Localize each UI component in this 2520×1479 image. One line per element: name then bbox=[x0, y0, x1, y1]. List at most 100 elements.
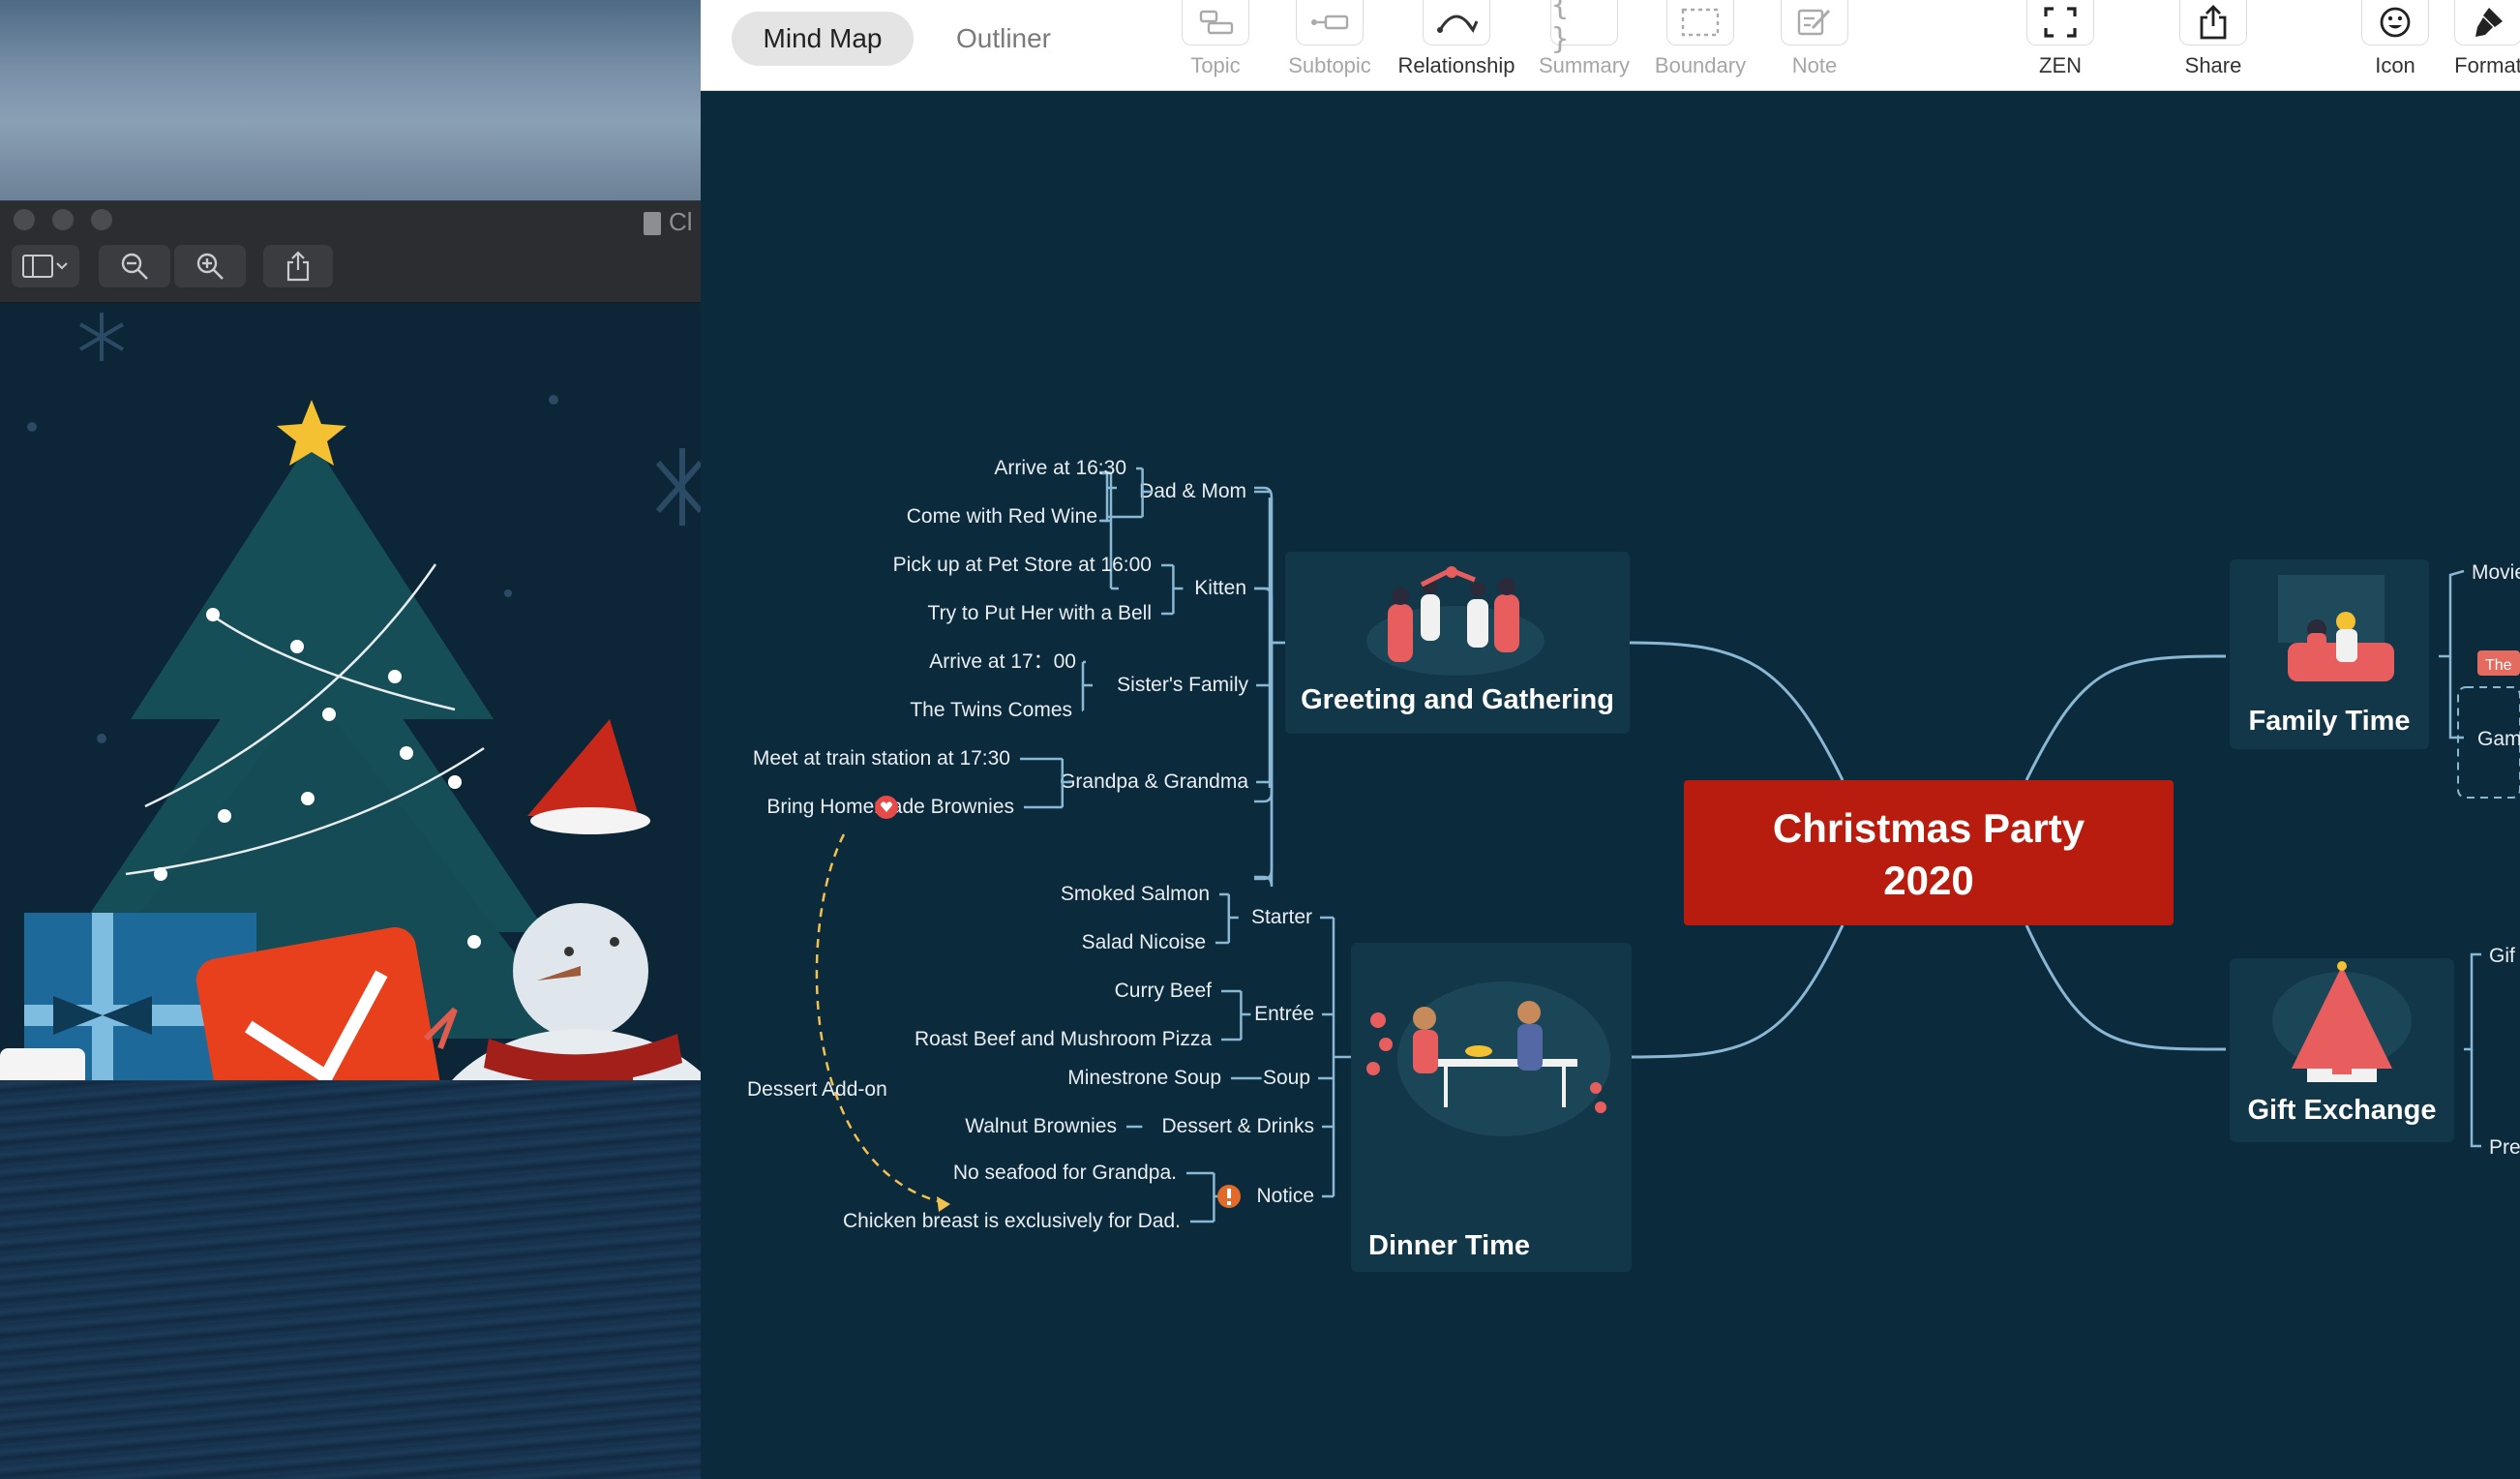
subtopic-group[interactable]: Sister's Family bbox=[1117, 674, 1248, 696]
topic-games[interactable]: Gam bbox=[2477, 728, 2520, 750]
relationship-button[interactable]: Relationship bbox=[1397, 0, 1515, 90]
format-brush-icon bbox=[2475, 8, 2503, 37]
zen-button[interactable]: ZEN bbox=[2014, 0, 2107, 90]
xmind-app-window[interactable]: Mind Map Outliner Topic Subtopic Relatio… bbox=[701, 0, 2520, 1479]
relationship-icon bbox=[1437, 15, 1479, 33]
tag-text: The bbox=[2485, 657, 2512, 674]
family-sofa-illustration bbox=[2278, 575, 2394, 681]
subtopic-item[interactable]: Meet at train station at 17:30 bbox=[753, 747, 1010, 770]
branch-title: Gift Exchange bbox=[2248, 1095, 2437, 1126]
preview-titlebar[interactable]: Cl bbox=[0, 201, 701, 303]
summary-label: Summary bbox=[1538, 53, 1631, 77]
subtopic-group[interactable]: Dessert & Drinks bbox=[1161, 1115, 1314, 1137]
summary-icon: { } bbox=[1551, 0, 1575, 56]
zen-fullscreen-icon bbox=[2044, 7, 2077, 38]
icon-label: Icon bbox=[2375, 53, 2415, 77]
subtopic-item[interactable]: Come with Red Wine bbox=[907, 505, 1097, 528]
subtopic-item[interactable]: Chicken breast is exclusively for Dad. bbox=[843, 1210, 1181, 1232]
subtopic-group[interactable]: Kitten bbox=[1194, 577, 1246, 599]
share-button[interactable]: Share bbox=[2167, 0, 2260, 90]
family-label-tag[interactable]: The bbox=[2477, 650, 2520, 676]
zoom-in-icon bbox=[196, 253, 224, 280]
zoom-out-icon bbox=[121, 253, 148, 280]
subtopic-item[interactable]: Arrive at 17：00 bbox=[929, 650, 1076, 673]
subtopic-label: Subtopic bbox=[1288, 53, 1371, 77]
sky-wallpaper bbox=[0, 0, 701, 203]
central-topic-year: 2020 bbox=[1883, 858, 1973, 903]
central-topic-title: Christmas Party bbox=[1773, 805, 2085, 851]
topic-button[interactable]: Topic bbox=[1169, 0, 1262, 90]
subtopic-item[interactable]: Smoked Salmon bbox=[1061, 883, 1210, 905]
subtopic-group[interactable]: Soup bbox=[1263, 1067, 1310, 1089]
tab-mind-map[interactable]: Mind Map bbox=[732, 12, 914, 66]
zoom-out-button[interactable] bbox=[99, 245, 170, 287]
zen-label: ZEN bbox=[2039, 53, 2082, 77]
share-label: Share bbox=[2184, 53, 2242, 77]
family-children-connectors bbox=[2439, 569, 2465, 740]
branch-gift-exchange[interactable]: Gift Exchange bbox=[2230, 958, 2454, 1142]
subtopic-icon bbox=[1311, 15, 1349, 30]
subtopic-group[interactable]: Starter bbox=[1251, 906, 1312, 928]
heart-marker-icon[interactable] bbox=[875, 796, 898, 819]
branch-title: Greeting and Gathering bbox=[1301, 684, 1614, 715]
subtopic-item[interactable]: Roast Beef and Mushroom Pizza bbox=[915, 1028, 1212, 1050]
tab-outliner[interactable]: Outliner bbox=[923, 12, 1084, 66]
topic-movie[interactable]: Movie bbox=[2472, 561, 2520, 584]
icon-panel-button[interactable]: Icon bbox=[2349, 0, 2442, 90]
sidebar-toggle-button[interactable] bbox=[12, 245, 79, 287]
smiley-icon bbox=[2380, 7, 2411, 38]
minimize-window-icon[interactable] bbox=[52, 209, 74, 230]
mind-map-canvas[interactable]: Christmas Party 2020 Greeting and Gather… bbox=[701, 91, 2520, 1479]
subtopic-item[interactable]: The Twins Comes bbox=[910, 699, 1072, 721]
snowflake-icon bbox=[78, 313, 125, 361]
warning-marker-icon[interactable] bbox=[1217, 1185, 1241, 1208]
gift-boxes bbox=[24, 913, 443, 1080]
boundary-label: Boundary bbox=[1654, 53, 1747, 77]
subtopic-item[interactable]: Minestrone Soup bbox=[1067, 1067, 1221, 1089]
subtopic-button[interactable]: Subtopic bbox=[1283, 0, 1376, 90]
branch-dinner-time[interactable]: Dinner Time bbox=[1351, 943, 1632, 1272]
branch-greeting-and-gathering[interactable]: Greeting and Gathering bbox=[1285, 552, 1630, 734]
note-button[interactable]: Note bbox=[1768, 0, 1861, 90]
subtopic-item[interactable]: Try to Put Her with a Bell bbox=[928, 602, 1152, 624]
central-topic[interactable]: Christmas Party 2020 bbox=[1684, 780, 2174, 925]
document-icon bbox=[644, 212, 661, 236]
subtopic-item[interactable]: No seafood for Grandpa. bbox=[953, 1162, 1177, 1184]
preview-window-title: Cl bbox=[644, 207, 693, 237]
relationship-label: Dessert Add-on bbox=[747, 1078, 887, 1101]
preview-window[interactable]: Cl bbox=[0, 201, 701, 1080]
christmas-scene-image bbox=[0, 313, 701, 1080]
main-toolbar: Mind Map Outliner Topic Subtopic Relatio… bbox=[701, 0, 2520, 91]
subtopic-item[interactable]: Pick up at Pet Store at 16:00 bbox=[893, 554, 1152, 576]
dinner-subtopics: Starter Smoked Salmon Salad Nicoise Entrée C… bbox=[843, 883, 1351, 1232]
topic-icon bbox=[1199, 10, 1234, 35]
topic-gift[interactable]: Gif bbox=[2489, 945, 2515, 967]
branch-family-time[interactable]: Family Time bbox=[2230, 559, 2429, 749]
subtopic-item[interactable]: Curry Beef bbox=[1115, 980, 1213, 1002]
summary-button[interactable]: { } Summary bbox=[1538, 0, 1631, 90]
subtopic-group[interactable]: Dad & Mom bbox=[1139, 480, 1246, 502]
close-window-icon[interactable] bbox=[14, 209, 35, 230]
relationship-dessert-add-on[interactable]: Dessert Add-on bbox=[747, 833, 951, 1212]
zoom-in-button[interactable] bbox=[174, 245, 246, 287]
format-label: Format bbox=[2454, 53, 2520, 77]
preview-title-text: Cl bbox=[669, 207, 693, 236]
topic-present[interactable]: Pre bbox=[2489, 1136, 2520, 1159]
greeting-subtopics: Dad & Mom Arrive at 16:30 Come with Red Wi… bbox=[753, 457, 1285, 819]
subtopic-group[interactable]: Entrée bbox=[1254, 1003, 1314, 1025]
note-label: Note bbox=[1791, 53, 1838, 77]
branch-title: Family Time bbox=[2248, 706, 2410, 737]
subtopic-item[interactable]: Walnut Brownies bbox=[965, 1115, 1117, 1137]
zoom-window-icon[interactable] bbox=[91, 209, 112, 230]
share-preview-button[interactable] bbox=[263, 245, 333, 287]
sidebar-icon bbox=[22, 255, 68, 278]
snowflake-icon bbox=[655, 448, 701, 526]
subtopic-item[interactable]: Salad Nicoise bbox=[1082, 931, 1206, 953]
format-panel-button[interactable]: Format bbox=[2442, 0, 2520, 90]
note-icon bbox=[1797, 9, 1831, 36]
boundary-button[interactable]: Boundary bbox=[1654, 0, 1747, 90]
subtopic-group[interactable]: Notice bbox=[1256, 1185, 1314, 1207]
subtopic-item[interactable]: Arrive at 16:30 bbox=[994, 457, 1126, 479]
branch-title: Dinner Time bbox=[1368, 1230, 1530, 1261]
subtopic-group[interactable]: Grandpa & Grandma bbox=[1060, 770, 1248, 793]
